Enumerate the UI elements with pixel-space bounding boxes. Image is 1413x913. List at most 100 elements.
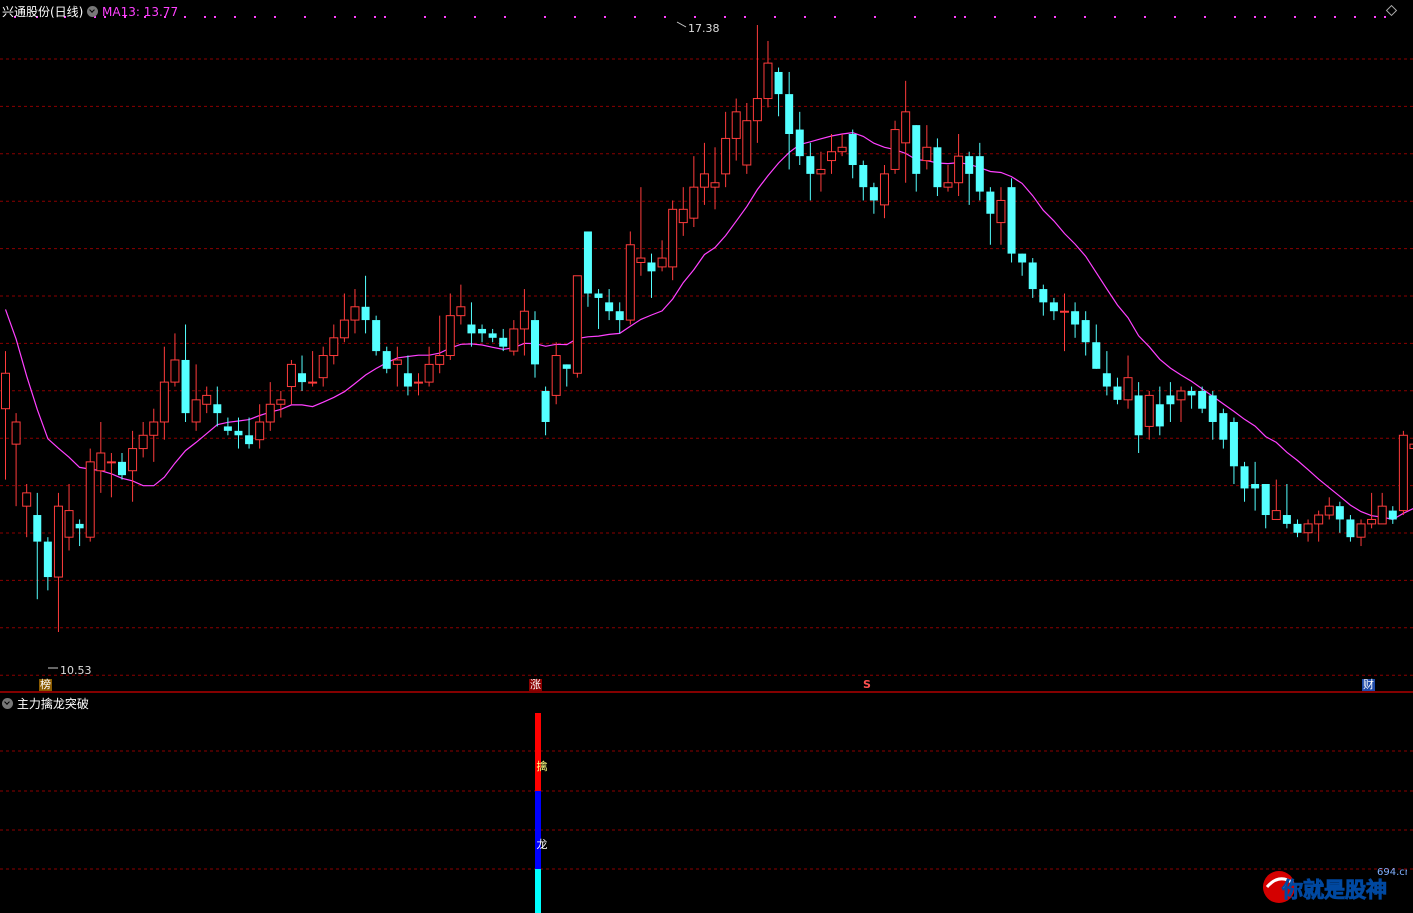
candle-body (806, 156, 815, 174)
marker-dot (1374, 16, 1376, 18)
marker-dot (1144, 16, 1146, 18)
candle-body (827, 151, 837, 162)
marker-zhang[interactable]: 涨 (529, 679, 542, 691)
candle-body (699, 173, 709, 188)
marker-dot (804, 16, 806, 18)
stock-title: 兴通股份(日线) (2, 5, 84, 19)
candle-body (1282, 515, 1291, 524)
candle-body (1071, 311, 1080, 325)
candle-body (901, 111, 911, 144)
indicator-gridlines (0, 750, 1413, 870)
qin-label: 擒 (537, 759, 548, 773)
candle-body (731, 111, 741, 139)
candle-body (1049, 302, 1058, 312)
indicator-title: 主力擒龙突破 (16, 697, 89, 711)
candle-body (647, 262, 656, 272)
candle-body (583, 231, 592, 294)
candle-body (615, 311, 624, 321)
candle-body (213, 404, 222, 414)
candle-body (1271, 510, 1281, 520)
marker-dot (1384, 16, 1386, 18)
candle-body (392, 359, 402, 365)
candle-body (96, 452, 106, 472)
marker-s[interactable]: S (862, 679, 872, 691)
candle-body (128, 448, 138, 472)
marker-dot (354, 16, 356, 18)
candle-body (1377, 505, 1387, 525)
candle-body (816, 168, 826, 175)
candle-body (488, 333, 497, 338)
candle-body (636, 257, 646, 263)
candle-body (1018, 253, 1027, 263)
candle-body (1155, 404, 1164, 427)
candle-body (1367, 518, 1377, 525)
marker-dot (424, 16, 426, 18)
candle-body (531, 320, 539, 365)
candle-body (1303, 523, 1313, 534)
candle-body (255, 421, 265, 441)
candle-body (1144, 394, 1154, 427)
candle-body (53, 505, 63, 578)
candle-body (424, 363, 434, 383)
candle-body (1123, 377, 1133, 401)
marker-dot (1174, 16, 1176, 18)
ma-readout: MA13: 13.77 (102, 5, 179, 19)
candle-body (1388, 510, 1397, 520)
marker-dot (574, 16, 576, 18)
marker-dot (504, 16, 506, 18)
marker-cai[interactable]: 财 (1362, 679, 1375, 691)
candle-body (509, 328, 519, 352)
candle-body (64, 510, 74, 538)
candle-body (837, 146, 847, 153)
low-price-label: 10.53 (60, 664, 92, 677)
candle-body (318, 355, 328, 379)
indicator-collapse-icon[interactable] (2, 698, 13, 709)
indicator-header: 主力擒龙突破 (2, 695, 89, 712)
marker-dot (964, 16, 966, 18)
candle-body (1113, 386, 1122, 400)
candle-body (1293, 523, 1302, 533)
candle-body (678, 208, 688, 224)
candle-body (785, 94, 794, 134)
candle-body (191, 399, 201, 423)
ma13-line (4, 131, 1413, 521)
candle-body (859, 165, 868, 188)
candle-body (1134, 395, 1143, 436)
candle-body (403, 373, 412, 387)
collapse-icon[interactable] (87, 6, 99, 17)
marker-dot (1114, 16, 1116, 18)
marker-dot (204, 16, 206, 18)
marker-dot (1354, 16, 1356, 18)
marker-bang[interactable]: 榜 (39, 679, 52, 691)
marker-dot (254, 16, 256, 18)
candle-body (1208, 395, 1217, 422)
candle-body (1251, 484, 1260, 489)
candle-body (1187, 390, 1196, 396)
marker-dot (994, 16, 996, 18)
candle-body (1092, 342, 1101, 369)
marker-dot (1314, 16, 1316, 18)
marker-dot (774, 16, 776, 18)
candle-body (85, 461, 95, 538)
candle-body (478, 328, 487, 334)
diamond-icon[interactable] (1385, 4, 1398, 17)
marker-dot (634, 16, 636, 18)
candle-body (943, 182, 953, 188)
marker-dot (834, 16, 836, 18)
marker-dot (544, 16, 546, 18)
candlestick-series (1, 25, 1413, 632)
candle-body (710, 182, 720, 188)
marker-dot (1254, 16, 1256, 18)
candle-body (774, 71, 783, 95)
marker-dot (874, 16, 876, 18)
candle-body (1039, 289, 1048, 303)
marker-dot (1234, 16, 1236, 18)
marker-dot (744, 16, 746, 18)
high-arrow (676, 21, 687, 28)
marker-dot (1204, 16, 1206, 18)
candle-body (350, 306, 360, 321)
candle-body (965, 156, 974, 174)
marker-dot (954, 16, 956, 18)
candle-body (721, 137, 731, 175)
candle-body (879, 173, 889, 206)
